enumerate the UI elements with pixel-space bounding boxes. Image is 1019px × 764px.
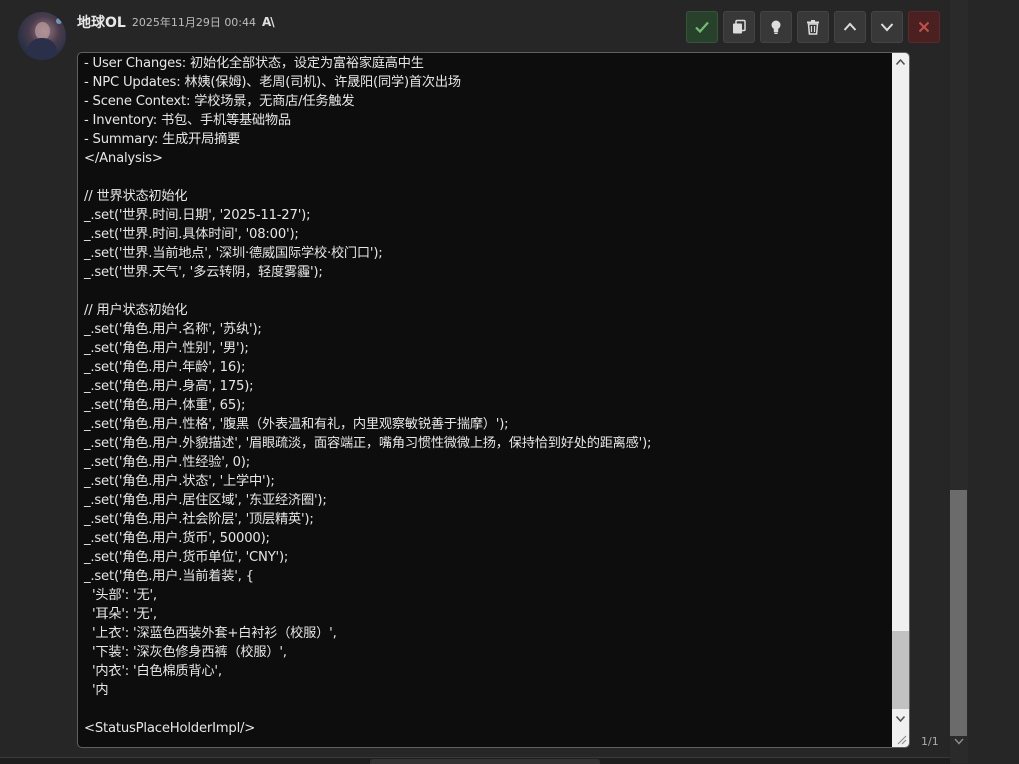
character-avatar[interactable] (18, 12, 66, 60)
code-line: <StatusPlaceHolderImpl/> (84, 721, 256, 736)
character-name[interactable]: 地球OL (77, 12, 126, 32)
code-line: - Inventory: 书包、手机等基础物品 (84, 113, 291, 128)
code-line: // 用户状态初始化 (84, 303, 188, 318)
cancel-edit-button[interactable] (908, 11, 940, 43)
code-line: _.set('世界.天气', '多云转阴，轻度雾霾'); (84, 265, 323, 280)
move-up-button[interactable] (834, 11, 866, 43)
code-line: '下装': '深灰色修身西裤（校服）', (84, 645, 287, 660)
scroll-down-chevron-icon[interactable] (954, 738, 964, 745)
code-line: _.set('角色.用户.居住区域', '东亚经济圈'); (84, 493, 327, 508)
code-line: '上衣': '深蓝色西装外套+白衬衫（校服）', (84, 626, 337, 641)
delete-button[interactable] (797, 11, 829, 43)
textarea-scroll-thumb[interactable] (892, 631, 909, 709)
resize-grip-icon[interactable] (895, 733, 907, 745)
move-down-button[interactable] (871, 11, 903, 43)
code-line: _.set('角色.用户.外貌描述', '眉眼疏淡，面容端正，嘴角习惯性微微上扬… (84, 436, 652, 451)
code-line: _.set('世界.当前地点', '深圳·德威国际学校·校门口'); (84, 246, 383, 261)
message-timestamp: 2025年11月29日 00:44 (131, 16, 257, 29)
model-badge-icon: A\ (262, 15, 275, 29)
code-line: _.set('角色.用户.状态', '上学中'); (84, 474, 275, 489)
trash-icon (807, 20, 819, 35)
code-line: </Analysis> (84, 151, 163, 166)
page-scroll-thumb[interactable] (950, 490, 967, 736)
check-icon (695, 21, 709, 34)
code-line: _.set('角色.用户.当前着装', { (84, 569, 254, 584)
code-line: '内 (84, 683, 109, 698)
close-icon (918, 21, 930, 33)
confirm-edit-button[interactable] (686, 11, 718, 43)
code-line: _.set('角色.用户.货币', 50000); (84, 531, 270, 546)
swipe-counter: 1/1 (921, 735, 939, 748)
copy-icon (733, 19, 746, 34)
enhance-button[interactable] (760, 11, 792, 43)
code-line: '内衣': '白色棉质背心', (84, 664, 222, 679)
code-line: '头部': '无', (84, 588, 157, 603)
code-line: - Summary: 生成开局摘要 (84, 132, 241, 147)
textarea-scrollbar[interactable] (892, 53, 909, 747)
code-line: _.set('角色.用户.身高', 175); (84, 379, 254, 394)
code-line: _.set('角色.用户.货币单位', 'CNY'); (84, 550, 289, 565)
code-line: _.set('角色.用户.名称', '苏纨'); (84, 322, 262, 337)
scroll-down-arrow-icon[interactable] (892, 710, 909, 727)
avatar-light (56, 18, 62, 24)
bulb-icon (771, 20, 781, 34)
code-line: _.set('角色.用户.性别', '男'); (84, 341, 249, 356)
code-line: _.set('角色.用户.社会阶层', '顶层精英'); (84, 512, 314, 527)
page-scrollbar[interactable] (950, 0, 968, 763)
chevron-down-icon (880, 23, 894, 32)
message-header: 地球OL 2025年11月29日 00:44 A\ (77, 12, 275, 32)
code-line: // 世界状态初始化 (84, 189, 188, 204)
message-edit-textarea[interactable]: - Time & Location: 2025年11月27日 08:00 深圳·… (77, 52, 910, 748)
code-line: _.set('角色.用户.性格', '腹黑（外表温和有礼，内里观察敏锐善于揣摩）… (84, 417, 509, 432)
code-line: '耳朵': '无', (84, 607, 157, 622)
edit-toolbar (686, 11, 940, 43)
code-line: _.set('世界.时间.日期', '2025-11-27'); (84, 208, 311, 223)
copy-button[interactable] (723, 11, 755, 43)
edit-text-content[interactable]: - Time & Location: 2025年11月27日 08:00 深圳·… (84, 53, 887, 738)
code-line: _.set('世界.时间.具体时间', '08:00'); (84, 227, 299, 242)
code-line: - User Changes: 初始化全部状态，设定为富裕家庭高中生 (84, 56, 424, 71)
avatar-body (27, 38, 57, 60)
code-line: - Scene Context: 学校场景，无商店/任务触发 (84, 94, 355, 109)
code-line: - NPC Updates: 林姨(保姆)、老周(司机)、许晟阳(同学)首次出场 (84, 75, 461, 90)
chevron-up-icon (843, 22, 857, 31)
code-line: _.set('角色.用户.性经验', 0); (84, 455, 250, 470)
code-line: _.set('角色.用户.年龄', 16); (84, 360, 246, 375)
bottom-tab[interactable] (370, 759, 600, 764)
code-line: _.set('角色.用户.体重', 65); (84, 398, 246, 413)
scroll-up-arrow-icon[interactable] (892, 53, 909, 70)
textarea-scroll-track[interactable] (894, 71, 907, 631)
